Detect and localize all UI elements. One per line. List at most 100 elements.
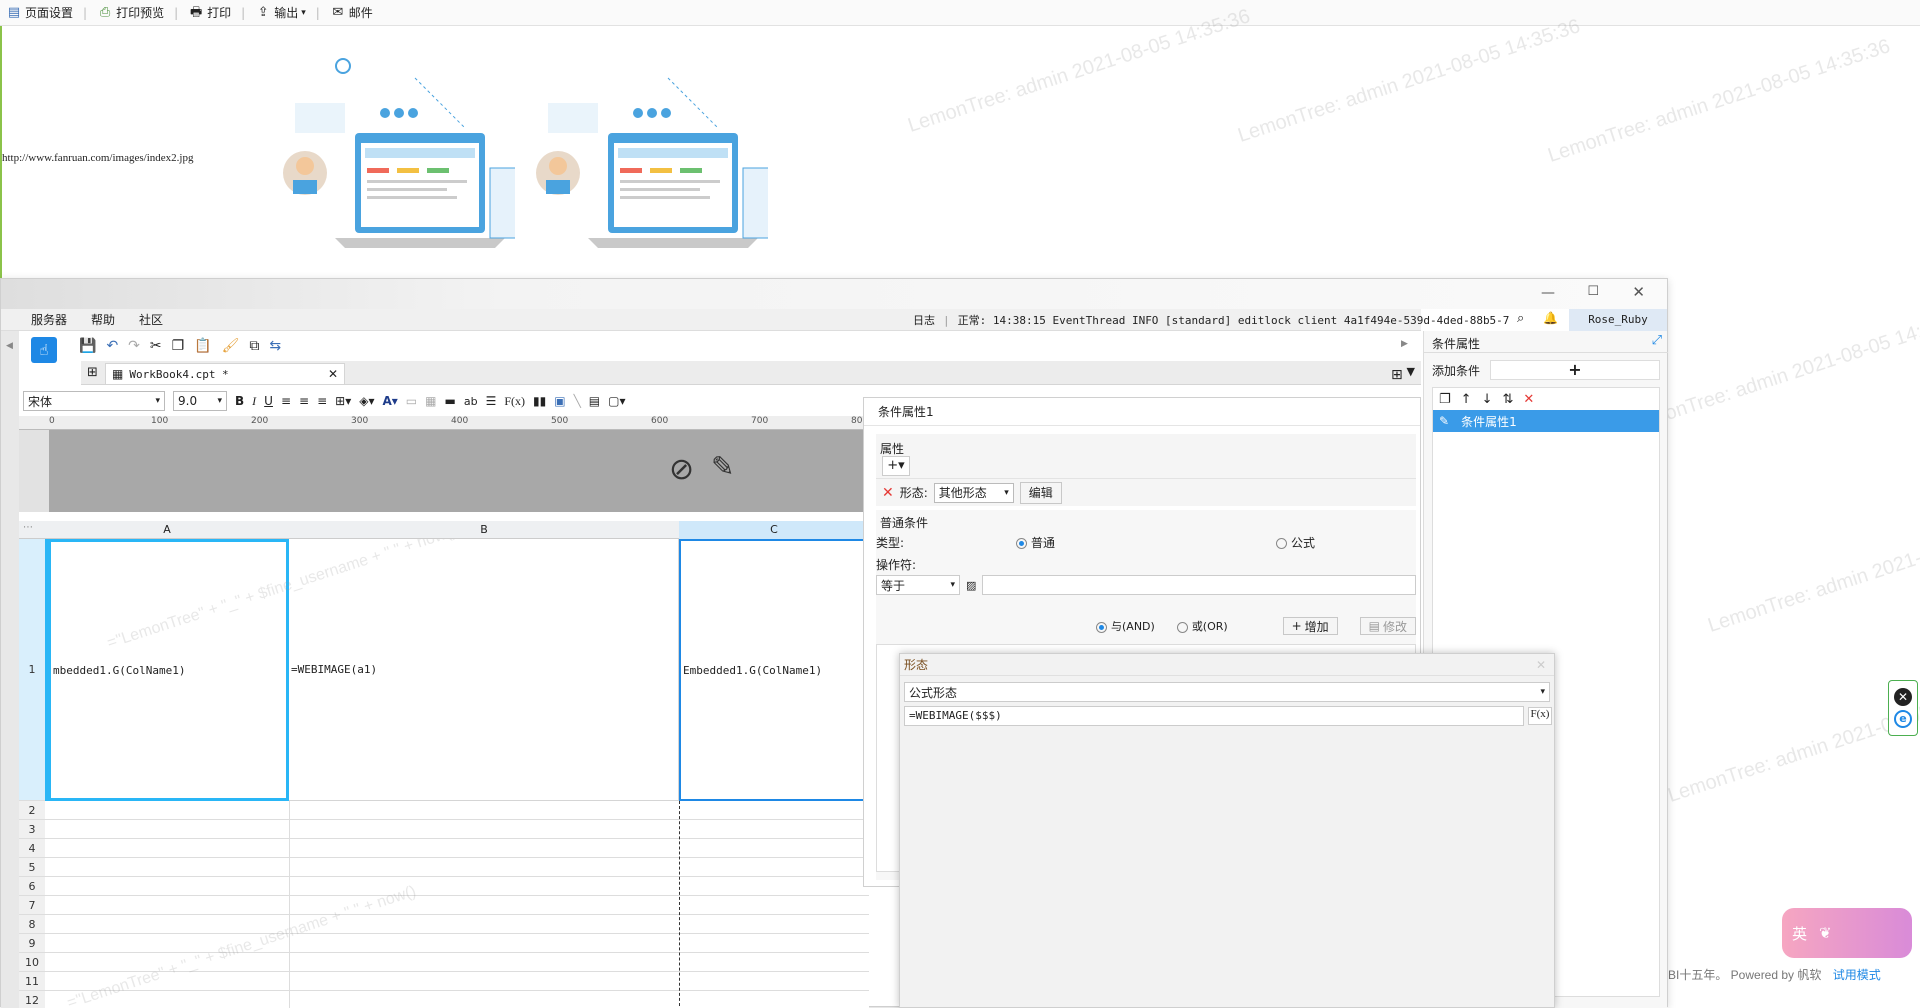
select-all-icon[interactable]: ⋯ xyxy=(23,522,33,533)
row-header[interactable]: 5 xyxy=(19,858,45,877)
row-header[interactable]: 10 xyxy=(19,953,45,972)
formula-editor-icon[interactable]: F(x) xyxy=(1528,707,1552,725)
format-brush-icon[interactable]: 🖌 xyxy=(222,338,240,354)
ime-indicator[interactable]: 英 ❦ xyxy=(1782,908,1912,958)
paragraph-icon[interactable]: ☰ xyxy=(486,394,497,408)
add-attr-button[interactable]: +▾ xyxy=(882,456,910,476)
cell-a1[interactable]: mbedded1.G(ColName1) xyxy=(45,539,289,801)
copy-icon[interactable]: ❐ xyxy=(1439,392,1451,407)
pencil-icon[interactable]: ✎ xyxy=(711,450,734,483)
row-header[interactable]: 8 xyxy=(19,915,45,934)
print-preview-button[interactable]: ⎙ 打印预览 xyxy=(93,3,168,23)
font-color-icon[interactable]: A▾ xyxy=(382,394,397,408)
collapse-left-icon[interactable]: ◀ xyxy=(6,341,13,351)
chart-icon[interactable]: ▮▮ xyxy=(533,394,546,408)
add-condition-button[interactable]: + xyxy=(1490,360,1660,380)
tab-workbook4[interactable]: ▦ WorkBook4.cpt * ✕ xyxy=(105,363,345,384)
search-icon[interactable]: ⌕ xyxy=(1517,311,1524,326)
pin-icon[interactable]: ⤢ xyxy=(1652,333,1662,348)
row-header[interactable]: 11 xyxy=(19,972,45,991)
column-header-a[interactable]: A xyxy=(45,523,289,536)
copy-icon[interactable]: ❐ xyxy=(172,338,185,354)
delete-attr-icon[interactable]: ✕ xyxy=(882,485,894,501)
close-window-icon[interactable]: ✕ xyxy=(1632,283,1645,301)
delete-icon[interactable]: ✕ xyxy=(1523,392,1534,407)
modify-button[interactable]: ▤ 修改 xyxy=(1359,617,1416,635)
undo-icon[interactable]: ↶ xyxy=(106,338,118,354)
menu-community[interactable]: 社区 xyxy=(139,311,163,328)
edit-button[interactable]: 编辑 xyxy=(1019,481,1062,504)
row-header[interactable]: 1 xyxy=(19,539,45,801)
insert-cell-icon[interactable]: ▬ xyxy=(444,394,455,408)
hide-icon[interactable]: ⊘ xyxy=(669,452,694,487)
mail-button[interactable]: ✉ 邮件 xyxy=(326,3,377,23)
cell-c1[interactable]: Embedded1.G(ColName1) xyxy=(679,539,869,801)
redo-icon[interactable]: ↷ xyxy=(128,338,140,354)
sort-icon[interactable]: ⇅ xyxy=(1502,392,1513,407)
column-header-c[interactable]: C xyxy=(679,521,869,539)
type-normal-radio[interactable]: 普通 xyxy=(1016,534,1055,551)
fill-color-icon[interactable]: ◈▾ xyxy=(359,394,374,408)
row-header[interactable]: 6 xyxy=(19,877,45,896)
move-down-icon[interactable]: ↓ xyxy=(1482,392,1493,407)
row-header[interactable]: 12 xyxy=(19,991,45,1008)
value-type-icon[interactable]: ▨ xyxy=(966,579,976,592)
align-right-icon[interactable]: ≡ xyxy=(317,394,327,408)
image-icon[interactable]: ▣ xyxy=(554,394,565,408)
italic-icon[interactable]: I xyxy=(252,394,256,409)
menu-server[interactable]: 服务器 xyxy=(31,311,67,328)
merge-icon[interactable]: ▭ xyxy=(406,394,417,408)
align-left-icon[interactable]: ≡ xyxy=(281,394,291,408)
tab-menu-icon[interactable]: ▼ xyxy=(1407,365,1415,378)
column-header-b[interactable]: B xyxy=(289,523,679,536)
or-radio[interactable]: 或(OR) xyxy=(1176,618,1228,634)
log-label[interactable]: 日志 xyxy=(913,312,935,328)
minimize-icon[interactable]: — xyxy=(1541,285,1555,301)
formula-icon[interactable]: F(x) xyxy=(504,394,525,409)
formula-input[interactable]: =WEBIMAGE($$$) xyxy=(904,706,1524,726)
more-icon[interactable]: ▢▾ xyxy=(608,394,625,408)
print-button[interactable]: 🖶 打印 xyxy=(184,3,235,23)
close-icon[interactable]: ✕ xyxy=(1894,688,1912,706)
add-button[interactable]: + 增加 xyxy=(1282,617,1338,635)
e-icon[interactable]: e xyxy=(1894,710,1912,728)
paste-icon[interactable]: 📋 xyxy=(194,338,211,354)
slash-icon[interactable]: ╲ xyxy=(574,394,581,408)
close-popup-icon[interactable]: ✕ xyxy=(1536,654,1546,676)
form-type-select[interactable]: 其他形态 ▾ xyxy=(933,482,1014,503)
preview-icon[interactable]: ⧉ xyxy=(249,338,259,354)
and-radio[interactable]: 与(AND) xyxy=(1096,618,1155,634)
border-icon[interactable]: ⊞▾ xyxy=(335,394,351,408)
save-icon[interactable]: 💾 xyxy=(79,338,96,354)
align-center-icon[interactable]: ≡ xyxy=(299,394,309,408)
row-header[interactable]: 7 xyxy=(19,896,45,915)
condition-list-item[interactable]: ✎ 条件属性1 xyxy=(1433,410,1659,432)
move-up-icon[interactable]: ↑ xyxy=(1461,392,1472,407)
font-size-select[interactable]: 9.0 ▾ xyxy=(173,391,227,411)
type-formula-radio[interactable]: 公式 xyxy=(1276,534,1315,551)
page-setup-button[interactable]: ▤ 页面设置 xyxy=(2,3,77,23)
bold-icon[interactable]: B xyxy=(235,394,244,408)
bell-icon[interactable]: 🔔 xyxy=(1543,311,1558,325)
row-header[interactable]: 3 xyxy=(19,820,45,839)
export-button[interactable]: ⇪ 输出 ▾ xyxy=(251,3,310,23)
close-tab-icon[interactable]: ✕ xyxy=(328,367,338,381)
collapse-right-icon[interactable]: ▶ xyxy=(1401,339,1408,349)
font-family-select[interactable]: 宋体 ▾ xyxy=(23,391,165,411)
row-header[interactable]: 2 xyxy=(19,801,45,820)
text-icon[interactable]: ab xyxy=(464,395,478,408)
sub-report-icon[interactable]: ▤ xyxy=(589,394,600,408)
maximize-icon[interactable]: ☐ xyxy=(1587,284,1599,299)
form-panel-icon[interactable]: ⊞ xyxy=(1391,367,1403,383)
cut-icon[interactable]: ✂ xyxy=(150,338,162,354)
operator-select[interactable]: 等于 ▾ xyxy=(876,575,960,595)
cell-b1[interactable]: =WEBIMAGE(a1) xyxy=(289,539,679,801)
condition-value-input[interactable] xyxy=(982,575,1416,595)
user-name[interactable]: Rose_Ruby xyxy=(1569,309,1667,331)
row-header[interactable]: 9 xyxy=(19,934,45,953)
switch-icon[interactable]: ⇆ xyxy=(269,338,281,354)
select-tool-button[interactable]: ☝ xyxy=(31,337,57,363)
form-style-select[interactable]: 公式形态 ▾ xyxy=(904,682,1550,702)
menu-help[interactable]: 帮助 xyxy=(91,311,115,328)
underline-icon[interactable]: U xyxy=(264,394,273,408)
